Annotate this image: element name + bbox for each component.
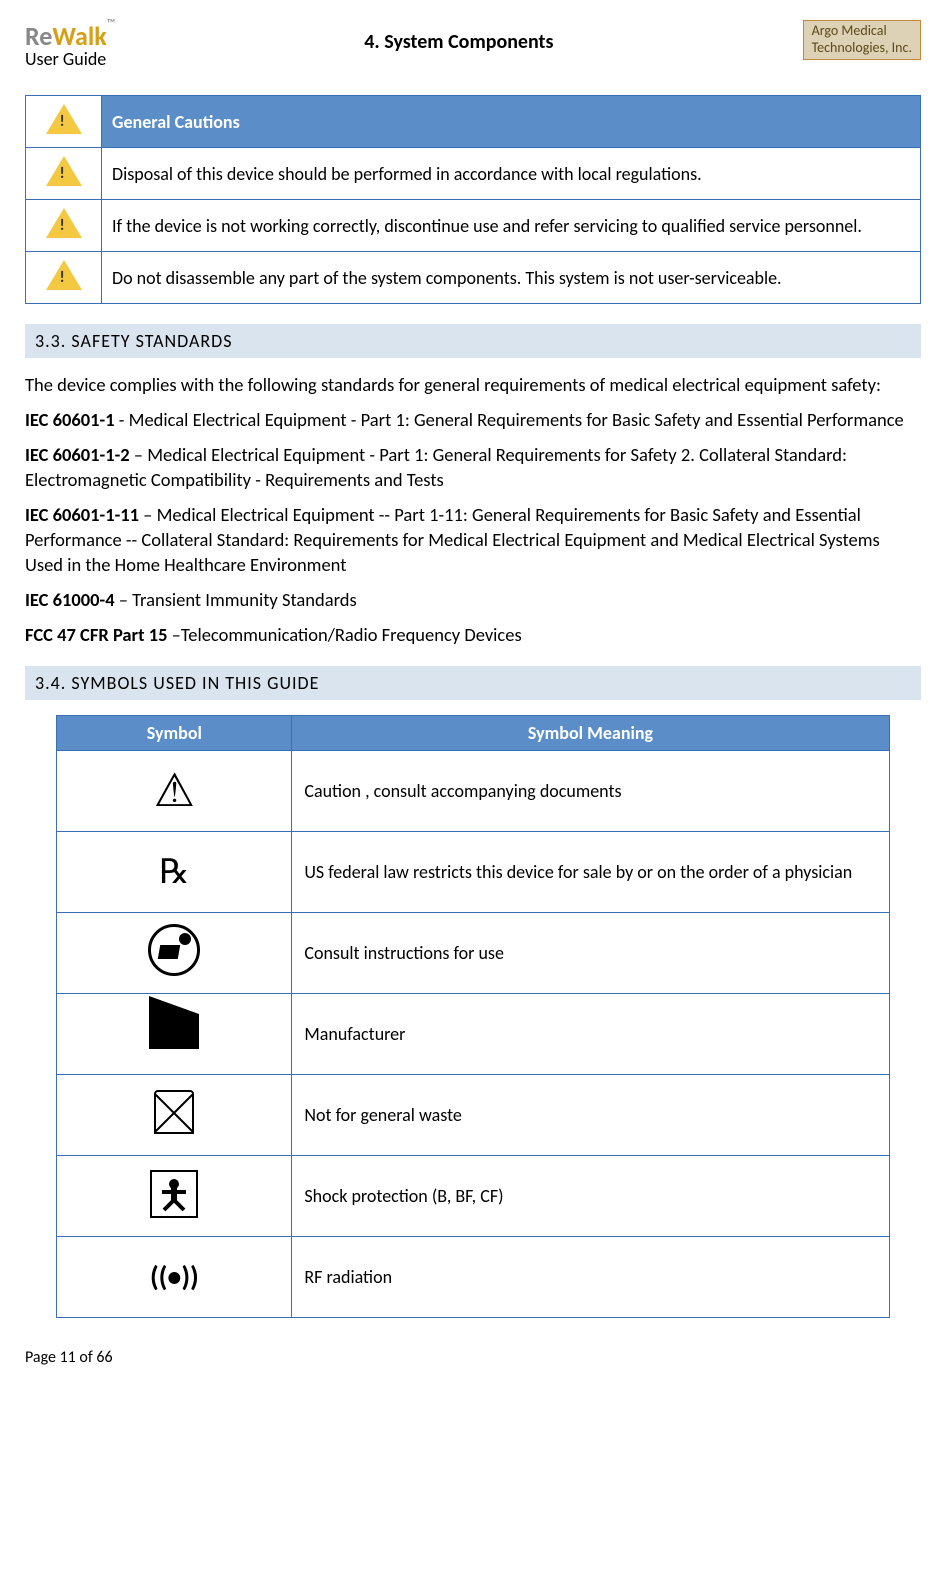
- symbol-meaning: RF radiation: [292, 1236, 889, 1317]
- std1-text: - Medical Electrical Equipment - Part 1:…: [115, 408, 904, 431]
- caution-row: Do not disassemble any part of the syste…: [26, 252, 921, 304]
- symbol-cell: ((•)): [57, 1236, 292, 1317]
- standard-1: IEC 60601-1 - Medical Electrical Equipme…: [25, 408, 921, 433]
- symbol-row: Not for general waste: [57, 1074, 889, 1155]
- user-guide-label: User Guide: [25, 48, 115, 70]
- symbol-cell: [57, 1155, 292, 1236]
- caution-icon-cell: [26, 96, 102, 148]
- symbol-cell: [57, 993, 292, 1074]
- page-header: ReWalk™ User Guide 4. System Components …: [25, 20, 921, 70]
- shock-protection-icon: [150, 1170, 198, 1218]
- symbol-row: ℞ US federal law restricts this device f…: [57, 831, 889, 912]
- section-3-4-heading: 3.4. SYMBOLS USED IN THIS GUIDE: [25, 666, 921, 700]
- rf-radiation-icon: ((•)): [150, 1259, 199, 1294]
- symbols-header-row: Symbol Symbol Meaning: [57, 715, 889, 750]
- caution-icon: [46, 156, 82, 186]
- logo-tm: ™: [107, 17, 115, 31]
- caution-icon: [46, 104, 82, 134]
- standard-3: IEC 60601-1-11 – Medical Electrical Equi…: [25, 503, 921, 578]
- cautions-header-row: General Cautions: [26, 96, 921, 148]
- company-box: Argo Medical Technologies, Inc.: [803, 20, 921, 60]
- manufacturer-icon: [149, 1014, 199, 1049]
- symbol-cell: ℞: [57, 831, 292, 912]
- symbol-row: Consult instructions for use: [57, 912, 889, 993]
- symbol-row: ((•)) RF radiation: [57, 1236, 889, 1317]
- std1-code: IEC 60601-1: [25, 408, 115, 431]
- caution-row: If the device is not working correctly, …: [26, 200, 921, 252]
- safety-intro: The device complies with the following s…: [25, 373, 921, 398]
- caution-icon: [46, 208, 82, 238]
- col-meaning: Symbol Meaning: [292, 715, 889, 750]
- page-footer: Page 11 of 66: [25, 1348, 921, 1367]
- caution-icon-cell: [26, 200, 102, 252]
- consult-instructions-icon: [148, 924, 200, 976]
- std5-text: –Telecommunication/Radio Frequency Devic…: [167, 623, 521, 646]
- std4-text: – Transient Immunity Standards: [115, 588, 357, 611]
- cautions-title: General Cautions: [102, 96, 921, 148]
- std4-code: IEC 61000-4: [25, 588, 115, 611]
- symbol-row: Manufacturer: [57, 993, 889, 1074]
- company-line2: Technologies, Inc.: [812, 40, 912, 57]
- std5-code: FCC 47 CFR Part 15: [25, 623, 167, 646]
- std2-text: – Medical Electrical Equipment - Part 1:…: [25, 443, 847, 491]
- rx-icon: ℞: [159, 854, 189, 891]
- std3-code: IEC 60601-1-11: [25, 503, 139, 526]
- standard-2: IEC 60601-1-2 – Medical Electrical Equip…: [25, 443, 921, 493]
- company-line1: Argo Medical: [812, 23, 912, 40]
- symbol-meaning: Manufacturer: [292, 993, 889, 1074]
- symbol-meaning: Shock protection (B, BF, CF): [292, 1155, 889, 1236]
- std3-text: – Medical Electrical Equipment -- Part 1…: [25, 503, 880, 576]
- caution-icon: [46, 260, 82, 290]
- caution-triangle-icon: ⚠: [154, 768, 195, 814]
- general-cautions-table: General Cautions Disposal of this device…: [25, 95, 921, 304]
- standard-4: IEC 61000-4 – Transient Immunity Standar…: [25, 588, 921, 613]
- caution-text: Do not disassemble any part of the syste…: [102, 252, 921, 304]
- caution-icon-cell: [26, 148, 102, 200]
- symbol-cell: [57, 1074, 292, 1155]
- standard-5: FCC 47 CFR Part 15 –Telecommunication/Ra…: [25, 623, 921, 648]
- caution-row: Disposal of this device should be perfor…: [26, 148, 921, 200]
- symbol-meaning: Consult instructions for use: [292, 912, 889, 993]
- chapter-title: 4. System Components: [115, 20, 802, 54]
- symbol-cell: ⚠: [57, 750, 292, 831]
- caution-text: If the device is not working correctly, …: [102, 200, 921, 252]
- symbol-row: ⚠ Caution , consult accompanying documen…: [57, 750, 889, 831]
- caution-icon-cell: [26, 252, 102, 304]
- symbols-table: Symbol Symbol Meaning ⚠ Caution , consul…: [56, 715, 889, 1318]
- section-3-3-heading: 3.3. SAFETY STANDARDS: [25, 324, 921, 358]
- symbol-meaning: Caution , consult accompanying documents: [292, 750, 889, 831]
- symbol-meaning: Not for general waste: [292, 1074, 889, 1155]
- symbol-row: Shock protection (B, BF, CF): [57, 1155, 889, 1236]
- symbol-cell: [57, 912, 292, 993]
- header-left: ReWalk™ User Guide: [25, 20, 115, 70]
- no-waste-icon: [154, 1090, 194, 1134]
- col-symbol: Symbol: [57, 715, 292, 750]
- caution-text: Disposal of this device should be perfor…: [102, 148, 921, 200]
- std2-code: IEC 60601-1-2: [25, 443, 130, 466]
- symbol-meaning: US federal law restricts this device for…: [292, 831, 889, 912]
